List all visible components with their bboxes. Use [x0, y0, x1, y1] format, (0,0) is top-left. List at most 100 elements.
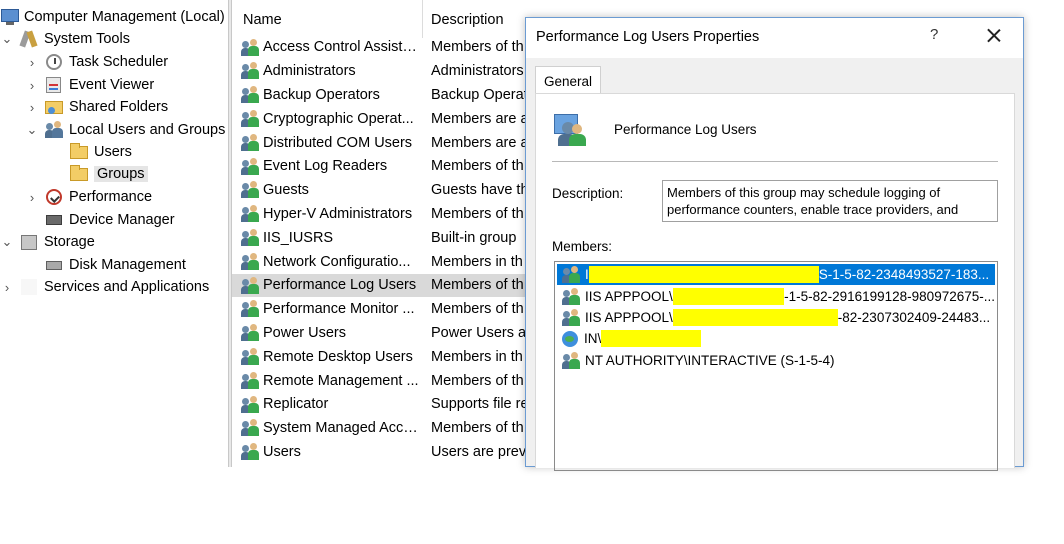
- description-field[interactable]: Members of this group may schedule loggi…: [662, 180, 998, 222]
- table-row[interactable]: Administrators Administrators: [232, 59, 526, 83]
- column-separator[interactable]: [422, 0, 423, 38]
- group-icon: [241, 324, 259, 342]
- group-description-cell: Power Users ar: [431, 324, 526, 341]
- table-row[interactable]: Backup Operators Backup Operat: [232, 83, 526, 107]
- table-row[interactable]: Users Users are preve: [232, 440, 526, 464]
- table-row[interactable]: Network Configuratio... Members in th: [232, 250, 526, 274]
- group-icon: [562, 265, 580, 284]
- tree-item-computer-management[interactable]: Computer Management (Local): [0, 6, 225, 28]
- table-row[interactable]: System Managed Acco... Members of th: [232, 416, 526, 440]
- tree-item-local-users-and-groups[interactable]: ⌄ Local Users and Groups: [25, 119, 225, 141]
- table-row[interactable]: Power Users Power Users ar: [232, 321, 526, 345]
- tab-general[interactable]: General: [535, 66, 602, 95]
- disk-icon: [45, 256, 63, 274]
- group-description-cell: Members of th: [431, 158, 524, 175]
- group-icon: [241, 181, 259, 199]
- chevron-right-icon[interactable]: ›: [25, 190, 39, 205]
- chevron-right-icon[interactable]: ›: [25, 100, 39, 115]
- group-name-cell: IIS_IUSRS: [263, 229, 334, 246]
- member-item[interactable]: IIS APPPOOL\ -82-2307302409-24483...: [557, 307, 995, 328]
- group-icon: [241, 228, 259, 247]
- group-icon: [241, 62, 259, 80]
- chevron-down-icon[interactable]: ⌄: [0, 31, 14, 46]
- group-description-cell: Members of th: [431, 277, 524, 294]
- table-row[interactable]: Guests Guests have th: [232, 178, 526, 202]
- group-name-cell: Guests: [263, 182, 309, 199]
- chevron-right-icon[interactable]: ›: [0, 280, 14, 295]
- dialog-titlebar[interactable]: Performance Log Users Properties ?: [526, 18, 1023, 58]
- users-group-icon: [45, 121, 63, 139]
- table-row[interactable]: Replicator Supports file re: [232, 393, 526, 417]
- group-icon: [241, 38, 259, 57]
- chevron-right-icon[interactable]: ›: [25, 78, 39, 93]
- group-description-cell: Supports file re: [431, 396, 526, 413]
- table-row[interactable]: Event Log Readers Members of th: [232, 155, 526, 179]
- help-button[interactable]: ?: [930, 26, 938, 43]
- table-row[interactable]: Cryptographic Operat... Members are a: [232, 107, 526, 131]
- tree-item-system-tools[interactable]: ⌄ System Tools: [0, 28, 130, 50]
- group-icon: [241, 347, 259, 366]
- group-name-cell: Performance Monitor ...: [263, 301, 415, 318]
- column-header-description[interactable]: Description: [431, 0, 504, 40]
- tree-item-disk-management[interactable]: Disk Management: [45, 254, 186, 276]
- storage-icon: [20, 233, 38, 251]
- member-item[interactable]: I S-1-5-82-2348493527-183...: [557, 264, 995, 285]
- chevron-down-icon[interactable]: ⌄: [25, 122, 39, 137]
- event-viewer-icon: [45, 76, 63, 94]
- group-name-cell: Distributed COM Users: [263, 134, 413, 151]
- group-name-cell: System Managed Acco...: [263, 420, 420, 437]
- redaction-mark: [588, 266, 819, 283]
- globe-icon: [562, 330, 578, 347]
- tree-item-shared-folders[interactable]: › Shared Folders: [25, 96, 168, 118]
- tree-item-groups[interactable]: Groups: [70, 163, 148, 185]
- member-item[interactable]: NT AUTHORITY\INTERACTIVE (S-1-5-4): [557, 350, 995, 371]
- table-row[interactable]: Performance Monitor ... Members of th: [232, 297, 526, 321]
- device-manager-icon: [45, 211, 63, 229]
- tree-item-users[interactable]: Users: [70, 141, 132, 163]
- close-icon[interactable]: [982, 24, 1006, 48]
- properties-dialog: Performance Log Users Properties ? Gener…: [525, 17, 1024, 471]
- redaction-mark: [672, 288, 785, 305]
- group-name-cell: Administrators: [263, 63, 356, 80]
- services-icon: [20, 278, 38, 296]
- group-icon: [241, 86, 259, 104]
- group-icon: [241, 419, 259, 437]
- tree-item-performance[interactable]: › Performance: [25, 186, 152, 208]
- tree-item-services-and-applications[interactable]: › Services and Applications: [0, 276, 209, 298]
- member-item[interactable]: IN\: [557, 328, 995, 349]
- table-row[interactable]: Remote Desktop Users Members in th: [232, 345, 526, 369]
- group-icon: [562, 351, 580, 370]
- tree-item-storage[interactable]: ⌄ Storage: [0, 231, 95, 253]
- table-row[interactable]: Distributed COM Users Members are a: [232, 131, 526, 155]
- group-name-cell: Event Log Readers: [263, 158, 388, 175]
- group-description-cell: Members in th: [431, 348, 523, 365]
- performance-icon: [45, 188, 63, 206]
- group-icon: [241, 443, 259, 461]
- chevron-down-icon[interactable]: ⌄: [0, 234, 14, 249]
- table-row[interactable]: Remote Management ... Members of th: [232, 369, 526, 393]
- members-list[interactable]: I S-1-5-82-2348493527-183... IIS APPPOOL\…: [554, 261, 998, 471]
- folder-icon: [70, 165, 88, 183]
- column-header-name[interactable]: Name: [243, 0, 282, 40]
- group-icon: [241, 300, 259, 318]
- table-row[interactable]: Access Control Assista... Members of th: [232, 36, 526, 60]
- table-row[interactable]: IIS_IUSRS Built-in group: [232, 226, 526, 250]
- group-icon: [552, 112, 588, 148]
- group-icon: [241, 157, 259, 176]
- tree-item-task-scheduler[interactable]: › Task Scheduler: [25, 51, 168, 73]
- description-label: Description:: [552, 186, 624, 201]
- table-row[interactable]: Hyper-V Administrators Members of th: [232, 202, 526, 226]
- group-description-cell: Members in th: [431, 253, 523, 270]
- group-name-cell: Backup Operators: [263, 86, 380, 103]
- group-description-cell: Members of th: [431, 301, 524, 318]
- member-item[interactable]: IIS APPPOOL\ -1-5-82-2916199128-980972675…: [557, 286, 995, 307]
- tools-icon: [19, 30, 38, 48]
- tree-item-event-viewer[interactable]: › Event Viewer: [25, 74, 154, 96]
- table-row[interactable]: Performance Log Users Members of th: [232, 273, 526, 298]
- tree-item-device-manager[interactable]: Device Manager: [45, 209, 175, 231]
- groups-list: Name Description Access Control Assista.…: [232, 0, 526, 467]
- group-icon: [241, 133, 259, 152]
- chevron-right-icon[interactable]: ›: [25, 55, 39, 70]
- dialog-title: Performance Log Users Properties: [536, 29, 760, 45]
- group-description-cell: Guests have th: [431, 182, 526, 199]
